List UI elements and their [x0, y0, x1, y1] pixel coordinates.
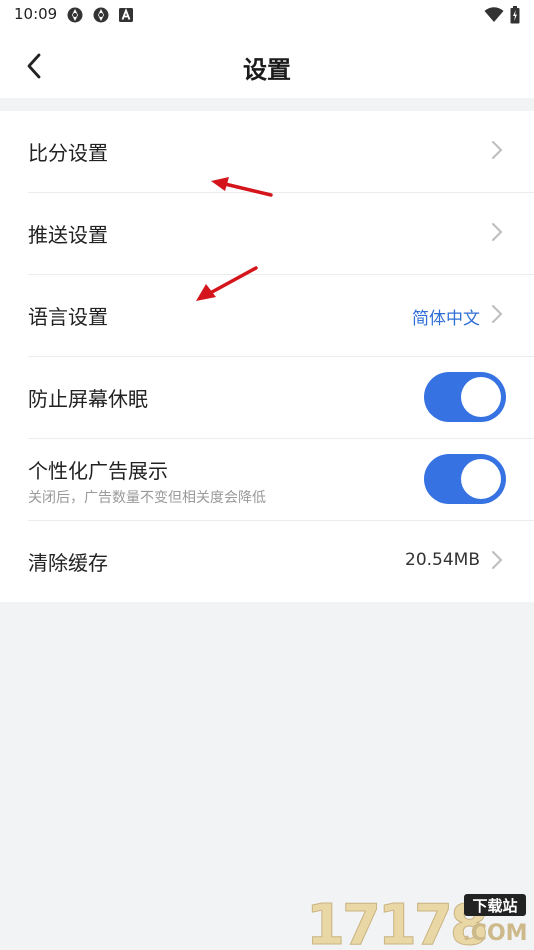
chevron-right-icon [492, 305, 502, 323]
page-title: 设置 [243, 56, 291, 84]
row-subtitle: 关闭后，广告数量不变但相关度会降低 [28, 490, 266, 506]
battery-icon [510, 6, 520, 28]
status-time: 10:09 [14, 5, 58, 23]
personalized-ads-row: 个性化广告展示 关闭后，广告数量不变但相关度会降低 [28, 439, 534, 521]
language-settings-row[interactable]: 语言设置 简体中文 [28, 275, 534, 357]
wifi-icon [484, 7, 504, 27]
language-value: 简体中文 [412, 309, 480, 329]
sync-icon [92, 6, 110, 28]
clear-cache-row[interactable]: 清除缓存 20.54MB [28, 521, 534, 602]
status-left-icons [66, 6, 134, 28]
row-title: 推送设置 [28, 223, 108, 247]
settings-list: 比分设置 推送设置 语言设置 简体中文 防止屏幕休眠 个性化广告展示 关闭后，广… [0, 111, 534, 602]
chevron-right-icon [492, 223, 502, 241]
row-title: 语言设置 [28, 305, 108, 329]
svg-text:下载站: 下载站 [472, 897, 517, 915]
row-title: 个性化广告展示 [28, 459, 168, 483]
svg-text:17178: 17178 [306, 893, 486, 948]
cache-size-value: 20.54MB [405, 550, 480, 570]
row-title: 比分设置 [28, 141, 108, 165]
prevent-sleep-row: 防止屏幕休眠 [28, 357, 534, 439]
toggle-knob [461, 377, 501, 417]
chevron-right-icon [492, 141, 502, 159]
sync-icon [66, 6, 84, 28]
score-settings-row[interactable]: 比分设置 [28, 111, 534, 193]
a-badge-icon [118, 7, 134, 27]
status-right-icons [484, 6, 520, 28]
personalized-ads-toggle[interactable] [424, 454, 506, 504]
chevron-right-icon [492, 551, 502, 569]
push-settings-row[interactable]: 推送设置 [28, 193, 534, 275]
prevent-sleep-toggle[interactable] [424, 372, 506, 422]
app-header: 设置 [0, 30, 534, 98]
row-title: 防止屏幕休眠 [28, 387, 148, 411]
status-bar: 10:09 [0, 0, 534, 30]
site-watermark-logo: 17178 下载站 .COM [306, 893, 528, 949]
row-title: 清除缓存 [28, 551, 108, 575]
svg-text:.COM: .COM [462, 921, 527, 946]
toggle-knob [461, 459, 501, 499]
